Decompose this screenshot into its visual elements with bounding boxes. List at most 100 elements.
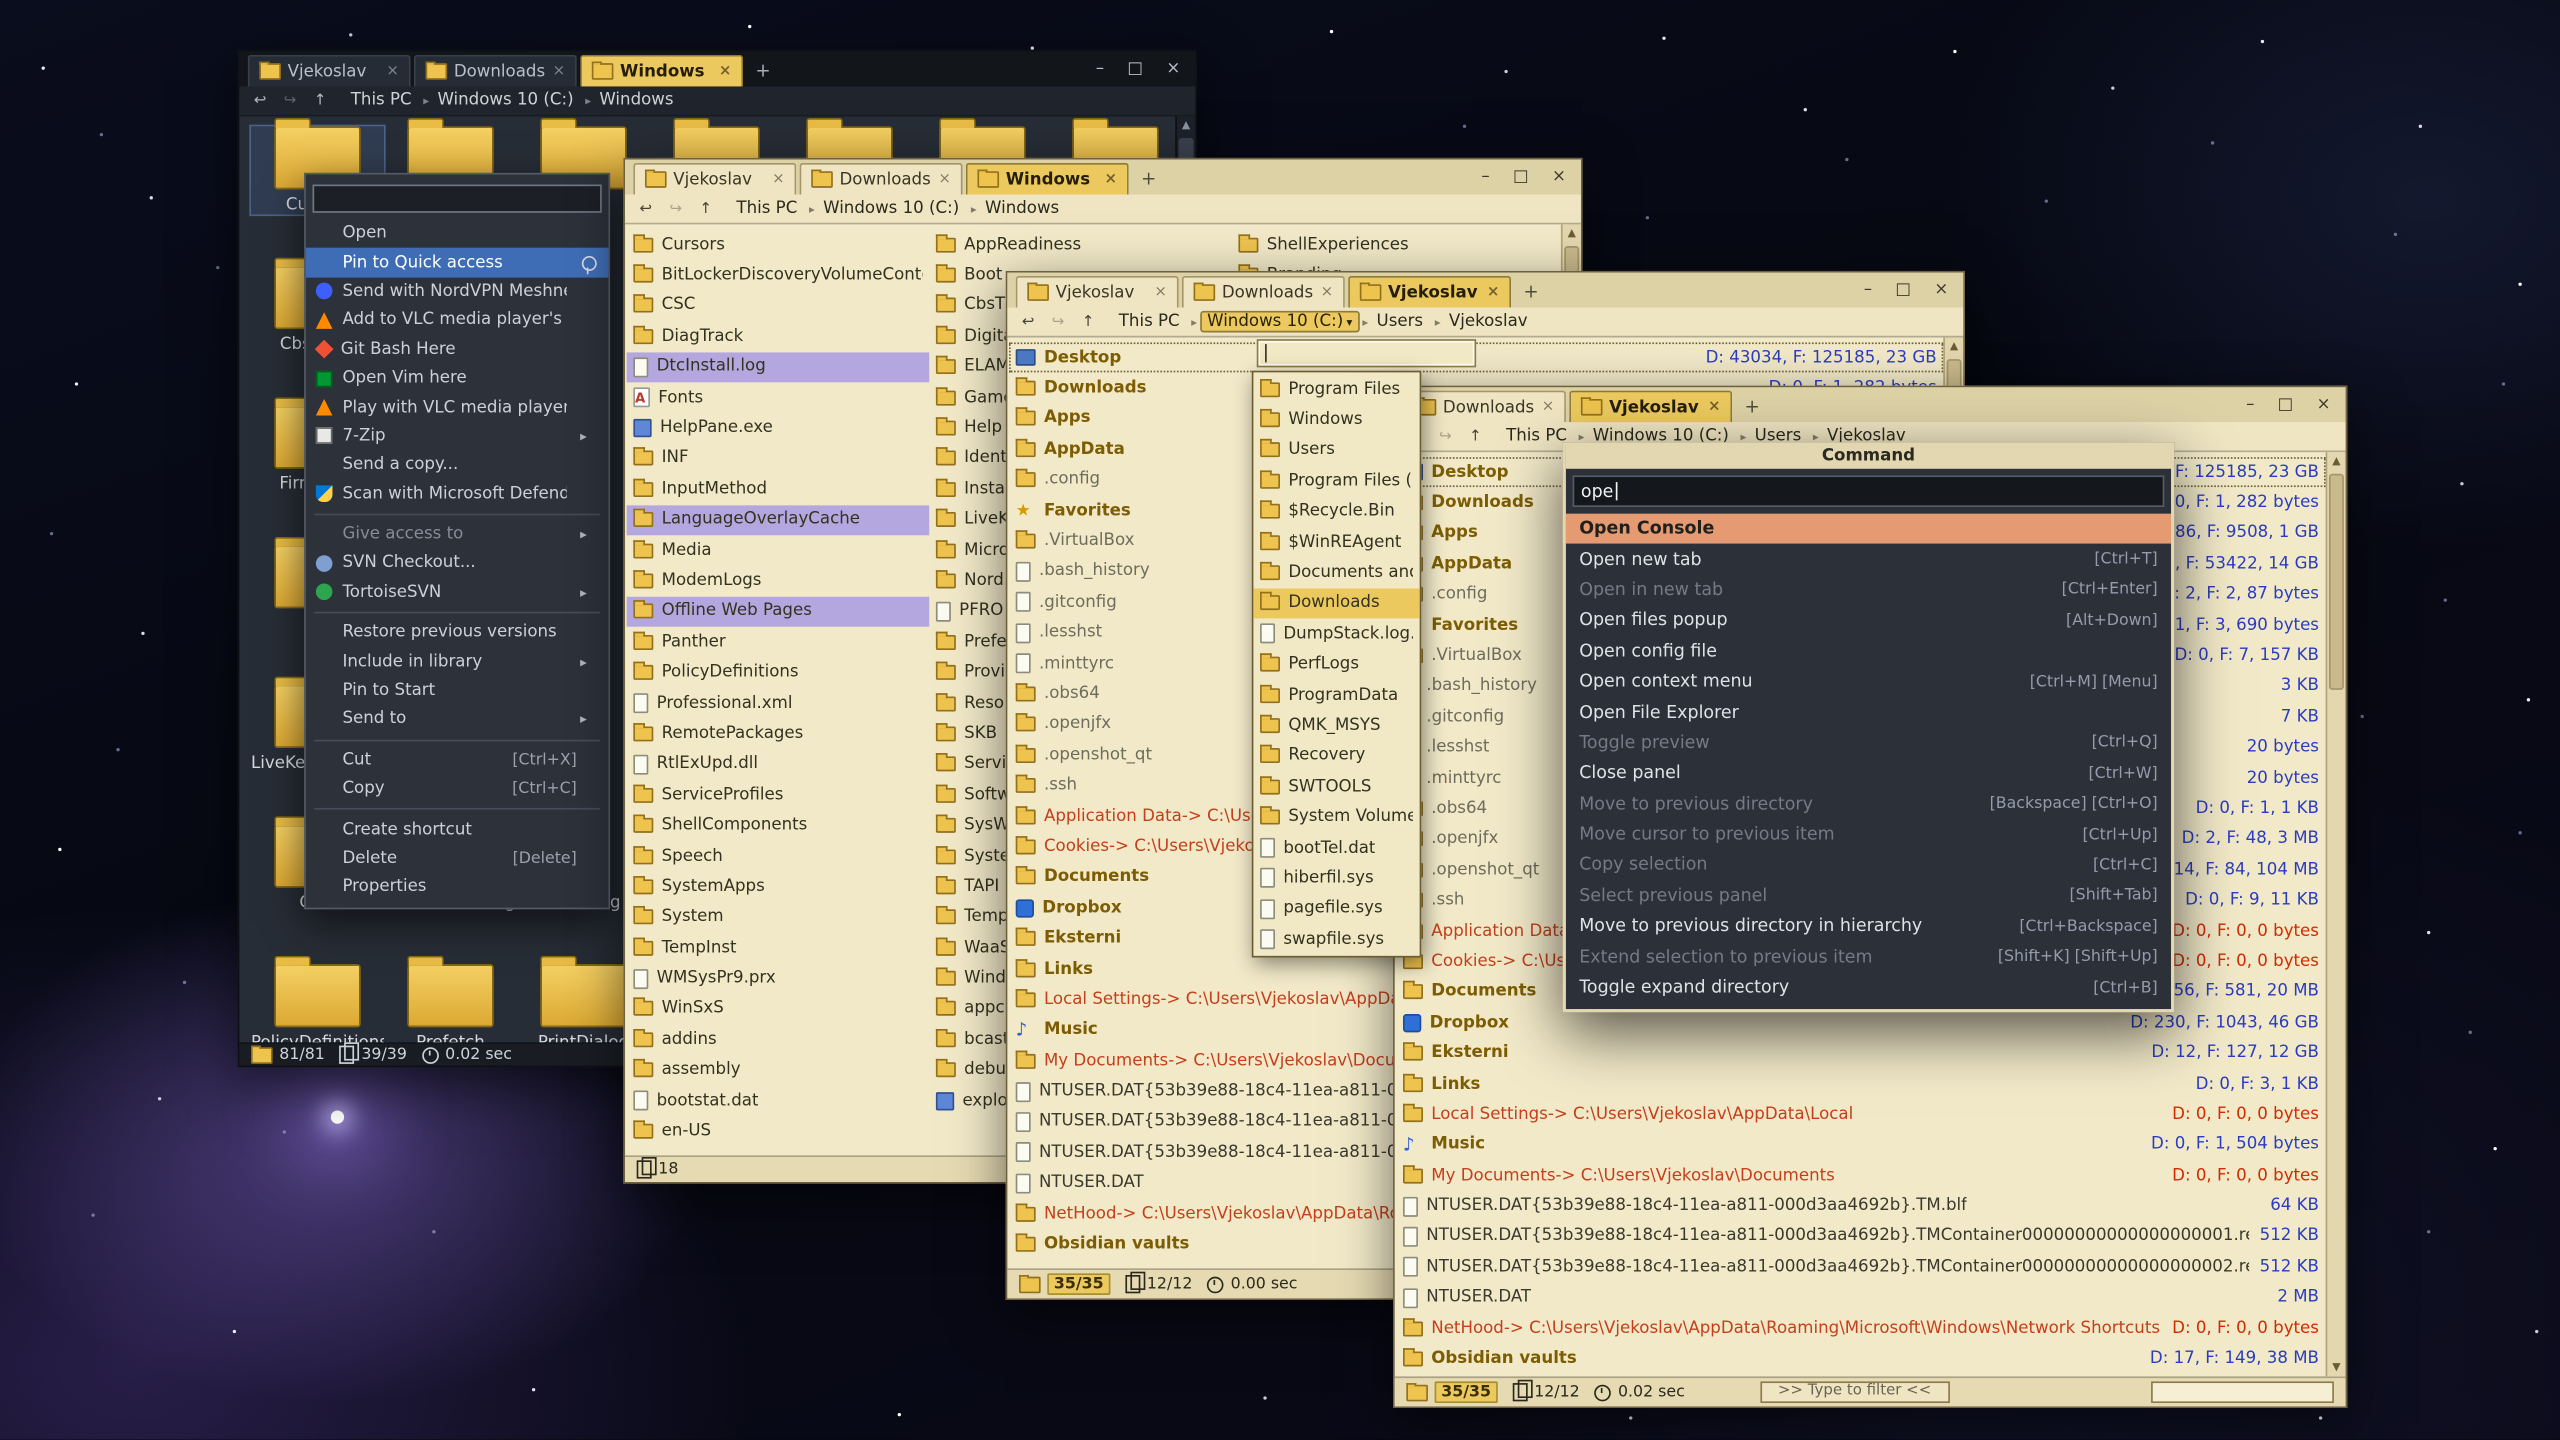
maximize-button[interactable]: □	[1895, 282, 1911, 299]
file-row[interactable]: System	[627, 902, 930, 933]
tab-close-icon[interactable]: ×	[1487, 284, 1500, 301]
dropdown-item[interactable]: Recovery	[1253, 741, 1419, 772]
menu-item[interactable]	[314, 739, 600, 741]
close-button[interactable]: ×	[1934, 282, 1948, 299]
menu-item[interactable]: Send a copy...	[306, 451, 609, 480]
file-row[interactable]: InputMethod	[627, 474, 930, 505]
dropdown-item[interactable]: $Recycle.Bin	[1253, 496, 1419, 527]
up-button[interactable]: ↑	[309, 92, 331, 109]
scrollbar-thumb[interactable]	[2329, 474, 2344, 690]
file-row[interactable]: RemotePackages	[627, 719, 930, 750]
menu-item[interactable]: Send to ▸	[306, 705, 609, 734]
up-button[interactable]: ↑	[695, 200, 717, 217]
close-button[interactable]: ×	[1166, 61, 1180, 78]
tab[interactable]: Windows ×	[580, 55, 743, 87]
tab[interactable]: Vjekoslav ×	[248, 55, 411, 87]
back-button[interactable]: ↩	[1017, 313, 1039, 330]
tab[interactable]: Downloads ×	[1403, 391, 1566, 423]
maximize-button[interactable]: □	[1513, 169, 1529, 186]
tab[interactable]: Downloads ×	[414, 55, 577, 87]
command-item[interactable]: Toggle expand directory [Ctrl+B]	[1566, 972, 2171, 1003]
tab-close-icon[interactable]: ×	[553, 63, 566, 80]
command-item[interactable]: Extend selection to previous item [Shift…	[1566, 942, 2171, 973]
menu-item[interactable]: Delete [Delete]	[306, 844, 609, 873]
path-edit-input[interactable]	[1257, 339, 1476, 367]
scroll-down-icon[interactable]: ▼	[2327, 1358, 2345, 1376]
dropdown-item[interactable]: System Volume...	[1253, 802, 1419, 833]
tab-close-icon[interactable]: ×	[1542, 399, 1555, 416]
new-tab-button[interactable]: +	[750, 58, 777, 85]
forward-button[interactable]: ↪	[1435, 428, 1457, 445]
menu-item[interactable]: Restore previous versions	[306, 619, 609, 648]
tab-close-icon[interactable]: ×	[1105, 171, 1118, 188]
file-row[interactable]: TempInst	[627, 933, 930, 964]
dropdown-item[interactable]: swapfile.sys	[1253, 924, 1419, 955]
menu-item[interactable]: Copy [Ctrl+C]	[306, 775, 609, 804]
back-button[interactable]: ↩	[249, 92, 271, 109]
file-row[interactable]: RtlExUpd.dll	[627, 749, 930, 780]
minimize-button[interactable]: –	[1481, 169, 1489, 186]
command-item[interactable]: Open new tab [Ctrl+T]	[1566, 544, 2171, 575]
breadcrumb-item[interactable]: Users	[1372, 313, 1432, 331]
breadcrumb-item[interactable]: Windows	[594, 91, 682, 109]
menu-item[interactable]: Add to VLC media player's Playlist	[306, 306, 609, 335]
tab-close-icon[interactable]: ×	[938, 171, 951, 188]
close-button[interactable]: ×	[2317, 396, 2331, 413]
menu-item[interactable]: Pin to Start	[306, 676, 609, 705]
file-row[interactable]: ShellComponents	[627, 810, 930, 841]
command-item[interactable]: Toggle preview [Ctrl+Q]	[1566, 728, 2171, 759]
tab[interactable]: Downloads ×	[800, 163, 963, 195]
tab-close-icon[interactable]: ×	[386, 63, 399, 80]
tab-close-icon[interactable]: ×	[1154, 284, 1167, 301]
file-row[interactable]: CSC	[627, 291, 930, 322]
menu-item[interactable]	[314, 612, 600, 614]
tab-close-icon[interactable]: ×	[1321, 284, 1334, 301]
forward-button[interactable]: ↪	[279, 92, 301, 109]
tab[interactable]: Vjekoslav ×	[1016, 276, 1179, 308]
file-row[interactable]: addins	[627, 1024, 930, 1055]
up-button[interactable]: ↑	[1077, 313, 1099, 330]
command-item[interactable]: Select previous panel [Shift+Tab]	[1566, 881, 2171, 912]
command-item[interactable]: Open files popup [Alt+Down]	[1566, 605, 2171, 636]
file-row[interactable]: ShellExperiences	[1232, 229, 1535, 260]
file-row[interactable]: SystemApps	[627, 871, 930, 902]
menu-item[interactable]: Cut [Ctrl+X]	[306, 746, 609, 775]
file-row[interactable]: Media	[627, 535, 930, 566]
file-row[interactable]: HelpPane.exe	[627, 413, 930, 444]
file-row[interactable]: Cursors	[627, 229, 930, 260]
tab-close-icon[interactable]: ×	[772, 171, 785, 188]
file-row[interactable]: ModemLogs	[627, 566, 930, 597]
scroll-up-icon[interactable]: ▲	[1177, 116, 1195, 134]
menu-item[interactable]: Send with NordVPN Meshnet	[306, 277, 609, 306]
breadcrumb-item[interactable]: This PC	[346, 91, 420, 109]
minimize-button[interactable]: –	[1864, 282, 1872, 299]
command-item[interactable]: Move to previous directory in hierarchy …	[1566, 911, 2171, 942]
file-row[interactable]: Professional.xml	[627, 688, 930, 719]
menu-item[interactable]: Create shortcut	[306, 815, 609, 844]
dropdown-item[interactable]: QMK_MSYS	[1253, 710, 1419, 741]
file-row[interactable]: Speech	[627, 841, 930, 872]
file-row[interactable]: NTUSER.DAT{53b39e88-18c4-11ea-a811-000d3…	[1396, 1252, 2325, 1283]
file-row[interactable]: Eksterni D: 12, F: 127, 12 GB	[1396, 1038, 2325, 1069]
command-item[interactable]: Close panel [Ctrl+W]	[1566, 758, 2171, 789]
new-tab-button[interactable]: +	[1518, 279, 1545, 306]
file-row[interactable]: NTUSER.DAT{53b39e88-18c4-11ea-a811-000d3…	[1396, 1191, 2325, 1222]
breadcrumb-item[interactable]: Windows 10 (C:)	[818, 199, 967, 217]
menu-item[interactable]: Give access to ▸	[306, 520, 609, 549]
menu-item[interactable]	[314, 809, 600, 811]
maximize-button[interactable]: □	[1127, 61, 1143, 78]
up-button[interactable]: ↑	[1465, 428, 1487, 445]
menu-item[interactable]: 7-Zip ▸	[306, 422, 609, 451]
scroll-up-icon[interactable]: ▲	[1563, 224, 1581, 242]
dropdown-item[interactable]: ProgramData	[1253, 680, 1419, 711]
breadcrumb-item[interactable]: This PC	[1114, 313, 1188, 331]
new-tab-button[interactable]: +	[1739, 394, 1766, 421]
menu-item[interactable]: Scan with Microsoft Defender...	[306, 480, 609, 509]
file-row[interactable]: NTUSER.DAT 2 MB	[1396, 1283, 2325, 1314]
file-row[interactable]: NetHood -> C:\Users\Vjekoslav\AppData\Ro…	[1396, 1313, 2325, 1344]
command-item[interactable]: Open File Explorer	[1566, 697, 2171, 728]
menu-item[interactable]: TortoiseSVN ▸	[306, 578, 609, 607]
breadcrumb-item[interactable]: This PC	[731, 199, 805, 217]
forward-button[interactable]: ↪	[665, 200, 687, 217]
file-row[interactable]: DtcInstall.log	[627, 352, 930, 383]
